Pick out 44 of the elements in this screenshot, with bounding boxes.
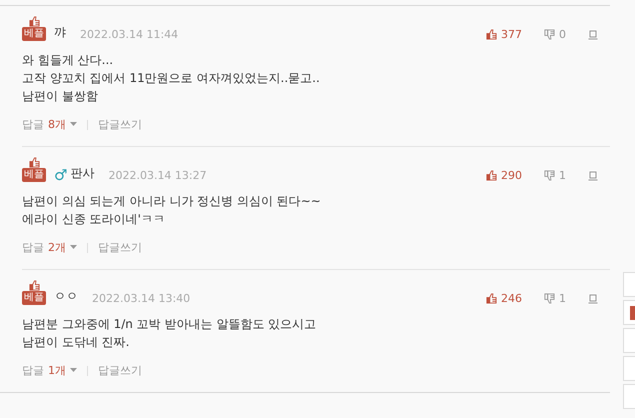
side-button[interactable] [623, 300, 635, 325]
thumbs-down-icon [544, 29, 555, 40]
dislike-count[interactable]: 1 [559, 169, 566, 182]
thumbs-down-icon [544, 170, 555, 181]
reply-count[interactable]: 8개 [48, 117, 66, 132]
thumbs-down-icon [544, 293, 555, 304]
thumbs-up-icon [28, 157, 40, 168]
comment-date: 2022.03.14 13:40 [92, 292, 190, 305]
dislike-count[interactable]: 1 [559, 292, 566, 305]
like-count[interactable]: 290 [501, 169, 522, 182]
comment-date: 2022.03.14 11:44 [80, 28, 178, 41]
reply-label[interactable]: 답글 [22, 240, 44, 255]
best-badge: 베플 [22, 168, 46, 182]
report-icon[interactable] [588, 30, 598, 40]
comment-date: 2022.03.14 13:27 [108, 169, 207, 182]
write-reply-link[interactable]: 답글쓰기 [98, 117, 142, 132]
author-name[interactable]: 판사 [70, 165, 94, 182]
gender-mark: ♂ [54, 168, 68, 182]
thumbs-up-icon [486, 29, 497, 40]
dislike-count[interactable]: 0 [559, 28, 566, 41]
report-icon[interactable] [588, 294, 598, 304]
author-name[interactable]: 꺄 [54, 24, 66, 41]
reply-count[interactable]: 2개 [48, 240, 66, 255]
caret-icon[interactable] [70, 122, 77, 127]
comment-text: 남편분 그와중에 1/n 꼬박 받아내는 알뜰함도 있으시고 남편이 도닦네 진짜. [22, 316, 318, 351]
like-count[interactable]: 377 [501, 28, 522, 41]
report-icon[interactable] [588, 170, 598, 180]
author-name[interactable]: ㅇㅇ [54, 288, 78, 305]
best-badge: 베플 [22, 27, 46, 41]
reply-label[interactable]: 답글 [22, 363, 44, 378]
thumbs-up-icon [28, 280, 40, 291]
comment-text: 남편이 의심 되는게 아니라 니가 정신병 의심이 된다~~ 에라이 신종 또라이네'ㅋㅋ [22, 193, 322, 228]
write-reply-link[interactable]: 답글쓰기 [98, 363, 142, 378]
best-badge: 베플 [22, 291, 46, 305]
caret-icon[interactable] [70, 368, 77, 373]
thumbs-up-icon [486, 170, 497, 181]
reply-label[interactable]: 답글 [22, 117, 44, 132]
comment-text: 와 힘들게 산다... 고작 양꼬치 집에서 11만원으로 여자껴있었는지..묻고.. 남편이 불쌍함 [22, 52, 321, 105]
like-count[interactable]: 246 [501, 292, 522, 305]
caret-icon[interactable] [70, 245, 77, 250]
reply-count[interactable]: 1개 [48, 363, 66, 378]
thumbs-up-icon [486, 293, 497, 304]
write-reply-link[interactable]: 답글쓰기 [98, 240, 142, 255]
thumbs-up-icon [28, 16, 40, 27]
